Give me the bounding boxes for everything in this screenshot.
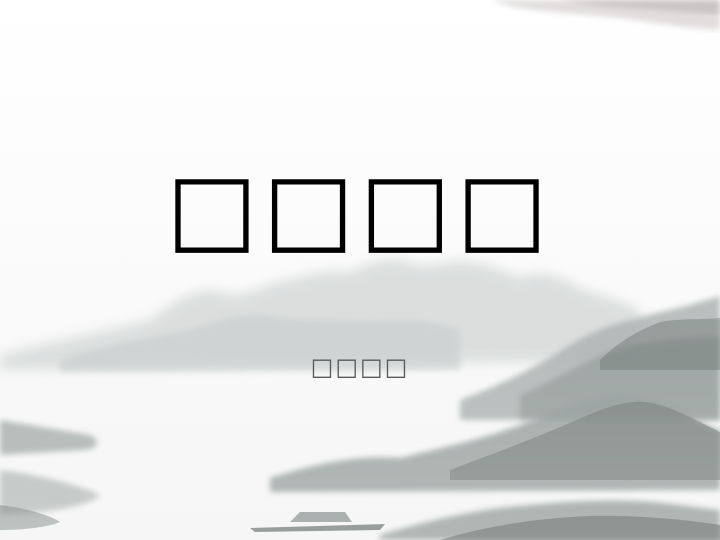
slide-canvas: □□□□ □□□□	[0, 0, 720, 540]
top-right-ink-wash	[490, 0, 720, 30]
slide-title: □□□□	[166, 152, 554, 264]
ink-landscape-background	[0, 0, 720, 540]
slide-subtitle: □□□□	[310, 353, 410, 381]
